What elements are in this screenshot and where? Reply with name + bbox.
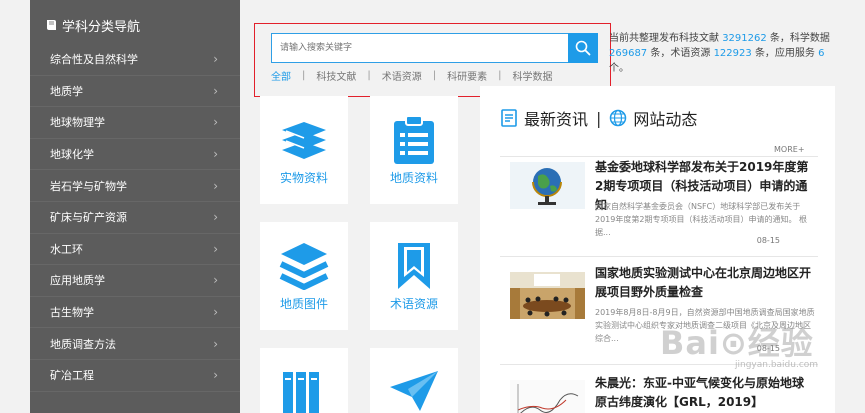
- sidebar-item-label: 矿冶工程: [50, 369, 94, 383]
- chevron-right-icon: ›: [213, 115, 218, 130]
- stats-text: 条，术语资源: [650, 48, 711, 59]
- sidebar-item-label: 水工环: [50, 242, 83, 256]
- tab-latest-news[interactable]: 最新资讯: [524, 106, 588, 130]
- tab-divider: |: [596, 108, 602, 128]
- chevron-right-icon: ›: [213, 210, 218, 225]
- sidebar-item-label: 地球物理学: [50, 116, 105, 130]
- sidebar-item[interactable]: 地质学 ›: [30, 76, 240, 108]
- tile-geological-materials[interactable]: 地质资料: [370, 96, 458, 204]
- news-date: 08-15: [756, 236, 780, 245]
- sidebar-header: 学科分类导航: [30, 0, 240, 44]
- chevron-right-icon: ›: [213, 305, 218, 320]
- books-stack-icon: [278, 114, 330, 166]
- tile-label: 地质图件: [279, 297, 328, 311]
- sidebar-item[interactable]: 地球化学 ›: [30, 139, 240, 171]
- sidebar-item[interactable]: 岩石学与矿物学 ›: [30, 170, 240, 202]
- sidebar-item-label: 地质调查方法: [50, 337, 116, 351]
- chevron-right-icon: ›: [213, 368, 218, 383]
- sidebar-item[interactable]: 地球物理学 ›: [30, 107, 240, 139]
- news-title[interactable]: 朱晨光：东亚-中亚气候变化与原始地球原古纬度演化【GRL，2019】: [595, 374, 815, 412]
- sidebar-title: 学科分类导航: [62, 19, 141, 35]
- sidebar-item-label: 应用地质学: [50, 274, 105, 288]
- chevron-right-icon: ›: [213, 336, 218, 351]
- chevron-right-icon: ›: [213, 273, 218, 288]
- stats-terms-count[interactable]: 122923: [714, 48, 752, 59]
- sidebar-item[interactable]: 古生物学 ›: [30, 297, 240, 329]
- tile-physical-materials[interactable]: 实物资料: [260, 96, 348, 204]
- bookmark-icon: [388, 240, 440, 292]
- sidebar-item[interactable]: 应用地质学 ›: [30, 265, 240, 297]
- sidebar-item-label: 矿床与矿产资源: [50, 211, 127, 225]
- sidebar-item-label: 地球化学: [50, 148, 94, 162]
- baidu-jingyan-watermark: Bai⊙经验: [660, 324, 814, 362]
- sidebar-item-label: 古生物学: [50, 306, 94, 320]
- chevron-right-icon: ›: [213, 83, 218, 98]
- stats-text: 当前共整理发布科技文献: [609, 33, 719, 44]
- paper-plane-icon: [388, 366, 440, 413]
- tile-bookshelf[interactable]: [260, 348, 348, 413]
- news-divider: [500, 256, 818, 257]
- chevron-right-icon: ›: [213, 178, 218, 193]
- stats-text: 条，应用服务: [754, 48, 815, 59]
- sidebar-item[interactable]: 地质调查方法 ›: [30, 328, 240, 360]
- news-header: 最新资讯 | 网站动态: [500, 106, 697, 130]
- sidebar-item-label: 综合性及自然科学: [50, 53, 138, 67]
- stats-docs-count[interactable]: 3291262: [722, 33, 767, 44]
- resource-stats: 当前共整理发布科技文献 3291262 条，科学数据 269687 条，术语资源…: [609, 31, 831, 76]
- news-thumbnail-meeting: [510, 272, 585, 319]
- news-divider: [500, 156, 818, 157]
- sidebar-item[interactable]: 综合性及自然科学 ›: [30, 44, 240, 76]
- sidebar-item-label: 地质学: [50, 84, 83, 98]
- chevron-right-icon: ›: [213, 147, 218, 162]
- news-thumbnail-chart: [510, 380, 585, 413]
- tile-label: 实物资料: [279, 171, 328, 185]
- globe-icon: [610, 109, 627, 127]
- stats-data-count[interactable]: 269687: [609, 48, 647, 59]
- chevron-right-icon: ›: [213, 52, 218, 67]
- chevron-right-icon: ›: [213, 241, 218, 256]
- book-icon: [47, 20, 56, 30]
- book-shelf-icon: [278, 366, 330, 413]
- news-title[interactable]: 国家地质实验测试中心在北京周边地区开展项目野外质量检查: [595, 264, 815, 302]
- stats-text: 条，科学数据: [769, 33, 830, 44]
- watermark-url: jingyan.baidu.com: [735, 360, 819, 370]
- stats-services-count[interactable]: 6: [818, 48, 824, 59]
- subject-nav-sidebar: 学科分类导航 综合性及自然科学 › 地质学 › 地球物理学 › 地球化学 › 岩石学与矿…: [30, 0, 240, 413]
- news-excerpt: 国家自然科学基金委员会（NSFC）地球科学部已发布关于2019年度第2期专项项目…: [595, 202, 807, 237]
- tile-term-resources[interactable]: 术语资源: [370, 222, 458, 330]
- sidebar-item-label: 岩石学与矿物学: [50, 179, 127, 193]
- tile-label: 地质资料: [389, 171, 438, 185]
- tile-geological-maps[interactable]: 地质图件: [260, 222, 348, 330]
- sidebar-item[interactable]: 水工环 ›: [30, 234, 240, 266]
- layers-icon: [278, 240, 330, 292]
- news-thumbnail-globe: [510, 162, 585, 209]
- tab-site-updates[interactable]: 网站动态: [633, 106, 697, 130]
- tile-label: 术语资源: [389, 297, 438, 311]
- more-link[interactable]: MORE+: [774, 145, 805, 154]
- news-item[interactable]: 基金委地球科学部发布关于2019年度第2期专项项目（科技活动项目）申请的通知 国…: [500, 158, 818, 254]
- news-item[interactable]: 朱晨光：东亚-中亚气候变化与原始地球原古纬度演化【GRL，2019】: [500, 374, 818, 413]
- sidebar-item[interactable]: 矿床与矿产资源 ›: [30, 202, 240, 234]
- page: 学科分类导航 综合性及自然科学 › 地质学 › 地球物理学 › 地球化学 › 岩石学与矿…: [0, 0, 865, 413]
- sidebar-item[interactable]: 矿冶工程 ›: [30, 360, 240, 392]
- tile-paper-plane[interactable]: [370, 348, 458, 413]
- clipboard-list-icon: [388, 114, 440, 166]
- stats-text: 个。: [609, 63, 629, 74]
- sidebar-list: 综合性及自然科学 › 地质学 › 地球物理学 › 地球化学 › 岩石学与矿物学 › 矿床与…: [30, 44, 240, 392]
- document-icon: [501, 109, 517, 127]
